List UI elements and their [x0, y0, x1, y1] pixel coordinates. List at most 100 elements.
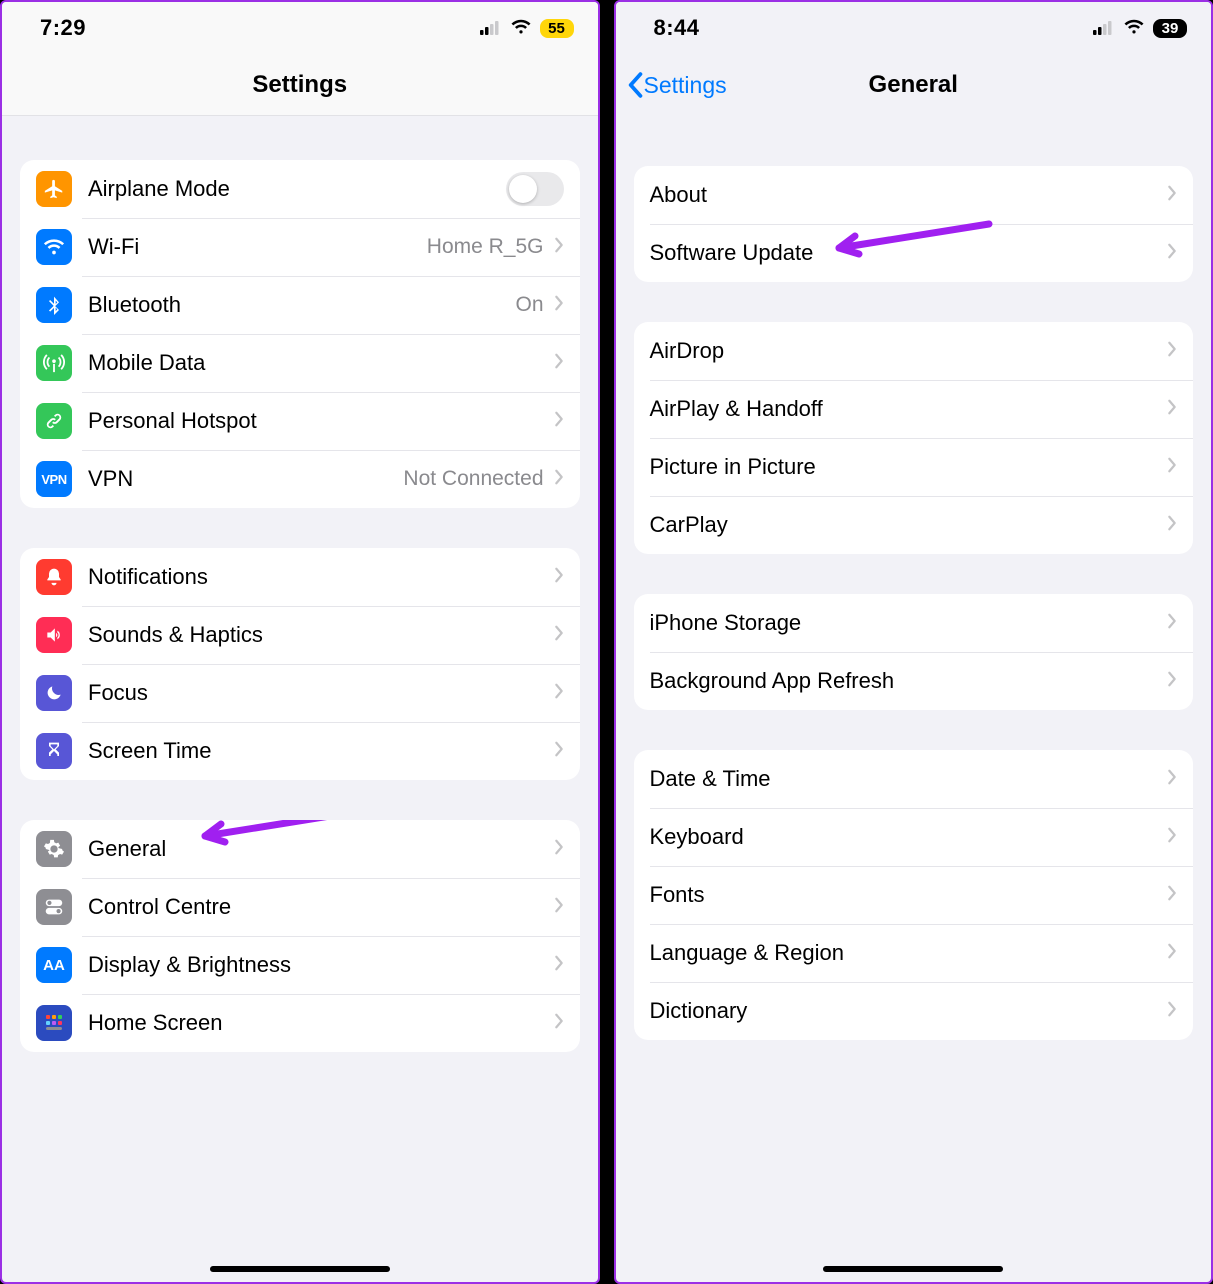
home-indicator[interactable] [823, 1266, 1003, 1272]
row-controlcentre[interactable]: Control Centre [20, 878, 580, 936]
row-screentime[interactable]: Screen Time [20, 722, 580, 780]
row-notifications[interactable]: Notifications [20, 548, 580, 606]
row-pip[interactable]: Picture in Picture [634, 438, 1194, 496]
row-label: Sounds & Haptics [88, 622, 554, 648]
row-label: Mobile Data [88, 350, 554, 376]
chevron-right-icon [1167, 827, 1177, 848]
row-hotspot[interactable]: Personal Hotspot [20, 392, 580, 450]
row-label: Screen Time [88, 738, 554, 764]
chevron-right-icon [1167, 341, 1177, 362]
row-label: Date & Time [650, 766, 1168, 792]
row-lang[interactable]: Language & Region [634, 924, 1194, 982]
phone-left-settings: 7:29 55 Settings Airplane ModeWi-FiHome … [0, 0, 600, 1284]
status-bar: 8:44 39 [616, 2, 1212, 54]
chevron-right-icon [1167, 185, 1177, 206]
row-label: Software Update [650, 240, 1168, 266]
row-general[interactable]: General [20, 820, 580, 878]
status-icons: 39 [1093, 15, 1187, 41]
row-bluetooth[interactable]: BluetoothOn [20, 276, 580, 334]
gear-icon [36, 831, 72, 867]
row-focus[interactable]: Focus [20, 664, 580, 722]
settings-group: iPhone Storage Background App Refresh [634, 594, 1194, 710]
row-dict[interactable]: Dictionary [634, 982, 1194, 1040]
row-datetime[interactable]: Date & Time [634, 750, 1194, 808]
row-wifi[interactable]: Wi-FiHome R_5G [20, 218, 580, 276]
row-label: Keyboard [650, 824, 1168, 850]
bluetooth-icon [36, 287, 72, 323]
nav-header: Settings [2, 54, 598, 116]
status-bar: 7:29 55 [2, 2, 598, 54]
bell-icon [36, 559, 72, 595]
general-list[interactable]: About Software Update AirDrop AirPlay & Ha… [616, 116, 1212, 1282]
status-time: 8:44 [654, 15, 700, 41]
chevron-right-icon [1167, 1001, 1177, 1022]
chevron-right-icon [554, 469, 564, 490]
row-label: Picture in Picture [650, 454, 1168, 480]
moon-icon [36, 675, 72, 711]
row-bgapp[interactable]: Background App Refresh [634, 652, 1194, 710]
chevron-right-icon [1167, 885, 1177, 906]
row-vpn[interactable]: VPNVPNNot Connected [20, 450, 580, 508]
settings-group: Notifications Sounds & Haptics Focus Screen… [20, 548, 580, 780]
row-detail: Home R_5G [427, 235, 544, 259]
chevron-right-icon [554, 897, 564, 918]
chevron-right-icon [554, 295, 564, 316]
chevron-right-icon [554, 955, 564, 976]
row-swupdate[interactable]: Software Update [634, 224, 1194, 282]
chevron-right-icon [554, 741, 564, 762]
row-label: Notifications [88, 564, 554, 590]
row-fonts[interactable]: Fonts [634, 866, 1194, 924]
vpn-icon: VPN [36, 461, 72, 497]
row-label: AirDrop [650, 338, 1168, 364]
chevron-right-icon [1167, 769, 1177, 790]
battery-indicator: 55 [540, 19, 574, 38]
back-label: Settings [644, 72, 727, 99]
row-about[interactable]: About [634, 166, 1194, 224]
row-sounds[interactable]: Sounds & Haptics [20, 606, 580, 664]
settings-group: Airplane ModeWi-FiHome R_5GBluetoothOnMo… [20, 160, 580, 508]
toggle-switch[interactable] [506, 172, 564, 206]
settings-group: General Control Centre AADisplay & Bright… [20, 820, 580, 1052]
chevron-right-icon [554, 683, 564, 704]
settings-group: Date & Time Keyboard Fonts Language & Regio… [634, 750, 1194, 1040]
row-label: Wi-Fi [88, 234, 427, 260]
row-label: Control Centre [88, 894, 554, 920]
airplane-icon [36, 171, 72, 207]
row-label: Bluetooth [88, 292, 515, 318]
row-label: Dictionary [650, 998, 1168, 1024]
row-label: VPN [88, 466, 403, 492]
row-carplay[interactable]: CarPlay [634, 496, 1194, 554]
row-display[interactable]: AADisplay & Brightness [20, 936, 580, 994]
row-airplane[interactable]: Airplane Mode [20, 160, 580, 218]
row-label: General [88, 836, 554, 862]
chevron-right-icon [1167, 515, 1177, 536]
row-label: iPhone Storage [650, 610, 1168, 636]
back-button[interactable]: Settings [626, 72, 727, 99]
row-keyboard[interactable]: Keyboard [634, 808, 1194, 866]
link-icon [36, 403, 72, 439]
row-label: AirPlay & Handoff [650, 396, 1168, 422]
row-homescreen[interactable]: Home Screen [20, 994, 580, 1052]
row-label: Home Screen [88, 1010, 554, 1036]
speaker-icon [36, 617, 72, 653]
status-icons: 55 [480, 15, 574, 41]
wifi-icon [36, 229, 72, 265]
row-detail: Not Connected [403, 467, 543, 491]
cellular-icon [1093, 15, 1115, 41]
aa-icon: AA [36, 947, 72, 983]
home-indicator[interactable] [210, 1266, 390, 1272]
chevron-right-icon [554, 1013, 564, 1034]
nav-header: Settings General [616, 54, 1212, 116]
switches-icon [36, 889, 72, 925]
cellular-icon [480, 15, 502, 41]
settings-list[interactable]: Airplane ModeWi-FiHome R_5GBluetoothOnMo… [2, 116, 598, 1282]
row-airdrop[interactable]: AirDrop [634, 322, 1194, 380]
row-storage[interactable]: iPhone Storage [634, 594, 1194, 652]
row-label: Fonts [650, 882, 1168, 908]
chevron-right-icon [1167, 243, 1177, 264]
chevron-right-icon [554, 839, 564, 860]
row-mobile[interactable]: Mobile Data [20, 334, 580, 392]
row-detail: On [515, 293, 543, 317]
chevron-right-icon [554, 625, 564, 646]
row-airplay[interactable]: AirPlay & Handoff [634, 380, 1194, 438]
